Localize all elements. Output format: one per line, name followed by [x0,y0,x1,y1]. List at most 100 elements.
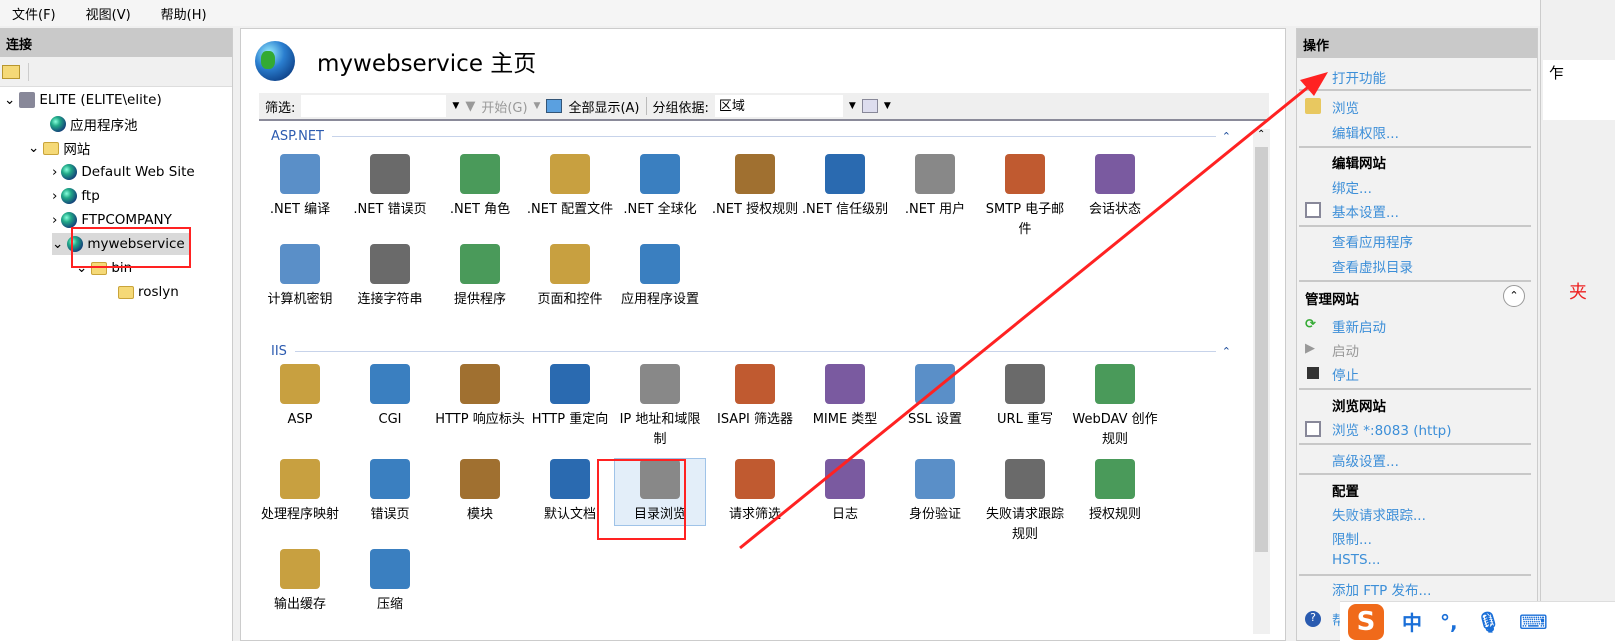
feature-tile[interactable]: 页面和控件 [525,244,615,310]
filter-funnel-icon: ▼ [465,98,476,114]
feature-tile[interactable]: 默认文档 [525,459,615,525]
feature-tile[interactable]: .NET 角色 [435,154,525,220]
feature-tile[interactable]: 处理程序映射 [255,459,345,525]
chevron-down-icon[interactable]: ⌄ [28,140,39,156]
group-by-select[interactable]: 区域 [714,95,843,117]
view-mode-dropdown-icon[interactable]: ▼ [884,101,891,111]
action-hsts[interactable]: HSTS... [1332,552,1380,568]
go-button[interactable]: 开始(G) [481,97,527,116]
collapse-section-icon[interactable]: ⌃ [1503,285,1525,307]
action-stop[interactable]: 停止 [1332,364,1359,384]
collapse-icon[interactable]: ⌃ [1222,345,1231,358]
feature-tile[interactable]: 授权规则 [1070,459,1160,525]
tree-node-bin[interactable]: ⌄ bin [76,257,132,279]
feature-icon [735,364,775,404]
tree-node-ftpcompany[interactable]: › FTPCOMPANY [52,209,172,231]
menu-view[interactable]: 视图(V) [86,4,131,23]
feature-tile[interactable]: 输出缓存 [255,549,345,615]
feature-tile[interactable]: 连接字符串 [345,244,435,310]
action-restart[interactable]: 重新启动 [1332,316,1386,336]
feature-label: 会话状态 [1088,202,1141,217]
feature-tile[interactable]: 提供程序 [435,244,525,310]
action-advanced-settings[interactable]: 高级设置... [1332,450,1399,470]
action-basic-settings[interactable]: 基本设置... [1332,201,1399,221]
vertical-scrollbar[interactable]: ⌃ [1253,129,1270,634]
site-globe-icon [255,41,295,81]
go-dropdown-icon[interactable]: ▼ [534,101,541,111]
tree-node-roslyn[interactable]: roslyn [118,281,179,303]
group-by-dropdown-icon[interactable]: ▼ [849,101,856,111]
feature-tile[interactable]: 失败请求跟踪规则 [980,459,1070,545]
chevron-down-icon[interactable]: ⌄ [4,92,15,108]
action-edit-permissions[interactable]: 编辑权限... [1332,122,1399,142]
feature-tile[interactable]: MIME 类型 [800,364,890,430]
microphone-icon[interactable]: 🎙 [1476,610,1501,634]
feature-tile[interactable]: 会话状态 [1070,154,1160,220]
tree-node-ftp[interactable]: › ftp [52,185,100,207]
action-failed-request-tracing[interactable]: 失败请求跟踪... [1332,504,1426,524]
ime-mode[interactable]: 中 [1402,607,1422,636]
feature-tile[interactable]: IP 地址和域限制 [615,364,705,450]
chevron-right-icon[interactable]: › [52,164,57,180]
action-add-ftp-publish[interactable]: 添加 FTP 发布... [1332,579,1431,599]
feature-label: 身份验证 [908,507,961,522]
feature-tile[interactable]: HTTP 重定向 [525,364,615,430]
feature-tile[interactable]: SSL 设置 [890,364,980,430]
feature-tile[interactable]: WebDAV 创作规则 [1070,364,1160,450]
feature-tile[interactable]: .NET 错误页 [345,154,435,220]
feature-tile[interactable]: .NET 配置文件 [525,154,615,220]
feature-tile[interactable]: URL 重写 [980,364,1070,430]
view-mode-icon[interactable] [861,99,878,113]
feature-tile[interactable]: ASP [255,364,345,430]
feature-tile[interactable]: SMTP 电子邮件 [980,154,1070,240]
chevron-down-icon[interactable]: ⌄ [76,260,87,276]
action-browse-8083[interactable]: 浏览 *:8083 (http) [1332,419,1451,439]
show-all-button[interactable]: 全部显示(A) [568,97,639,116]
group-aspnet[interactable]: ASP.NET ⌃ [271,129,1231,144]
feature-tile[interactable]: .NET 编译 [255,154,345,220]
tree-node-app-pools[interactable]: 应用程序池 [50,113,138,135]
feature-tile[interactable]: CGI [345,364,435,430]
tree-node-mywebservice[interactable]: ⌄ mywebservice [52,233,191,255]
filter-input[interactable] [301,95,447,117]
tree-node-sites[interactable]: ⌄ 网站 [28,137,90,159]
background-text: 乍 [1549,64,1565,82]
chevron-right-icon[interactable]: › [52,188,57,204]
feature-tile[interactable]: 应用程序设置 [615,244,705,310]
feature-tile[interactable]: .NET 授权规则 [710,154,800,220]
action-bindings[interactable]: 绑定... [1332,177,1372,197]
menu-file[interactable]: 文件(F) [12,4,56,23]
action-view-virtual-dirs[interactable]: 查看虚拟目录 [1332,256,1413,276]
action-limits[interactable]: 限制... [1332,528,1372,548]
feature-tile[interactable]: ISAPI 筛选器 [710,364,800,430]
feature-tile[interactable]: .NET 用户 [890,154,980,220]
action-view-applications[interactable]: 查看应用程序 [1332,231,1413,251]
feature-tile[interactable]: 目录浏览 [614,458,706,526]
filter-dropdown-icon[interactable]: ▼ [452,101,459,111]
ime-logo[interactable]: S [1348,603,1384,640]
ime-punct[interactable]: °, [1440,610,1458,634]
feature-tile[interactable]: 日志 [800,459,890,525]
action-explore[interactable]: 浏览 [1332,97,1359,117]
tree-node-server[interactable]: ⌄ ELITE (ELITE\elite) [4,89,162,111]
collapse-icon[interactable]: ⌃ [1222,130,1231,143]
scrollbar-thumb[interactable] [1255,147,1268,552]
group-iis[interactable]: IIS ⌃ [271,344,1231,359]
action-open-feature[interactable]: 打开功能 [1332,67,1386,87]
feature-tile[interactable]: 计算机密钥 [255,244,345,310]
chevron-right-icon[interactable]: › [52,212,57,228]
feature-tile[interactable]: 压缩 [345,549,435,615]
chevron-down-icon[interactable]: ⌄ [52,236,63,252]
feature-tile[interactable]: HTTP 响应标头 [435,364,525,430]
scroll-up-icon[interactable]: ⌃ [1257,129,1265,140]
feature-tile[interactable]: .NET 信任级别 [800,154,890,220]
feature-tile[interactable]: 身份验证 [890,459,980,525]
feature-tile[interactable]: 错误页 [345,459,435,525]
feature-tile[interactable]: 模块 [435,459,525,525]
feature-tile[interactable]: 请求筛选 [710,459,800,525]
keyboard-icon[interactable]: ⌨ [1519,610,1548,634]
connect-icon[interactable] [2,64,20,79]
feature-tile[interactable]: .NET 全球化 [615,154,705,220]
tree-node-default-web-site[interactable]: › Default Web Site [52,161,195,183]
menu-help[interactable]: 帮助(H) [161,4,207,23]
